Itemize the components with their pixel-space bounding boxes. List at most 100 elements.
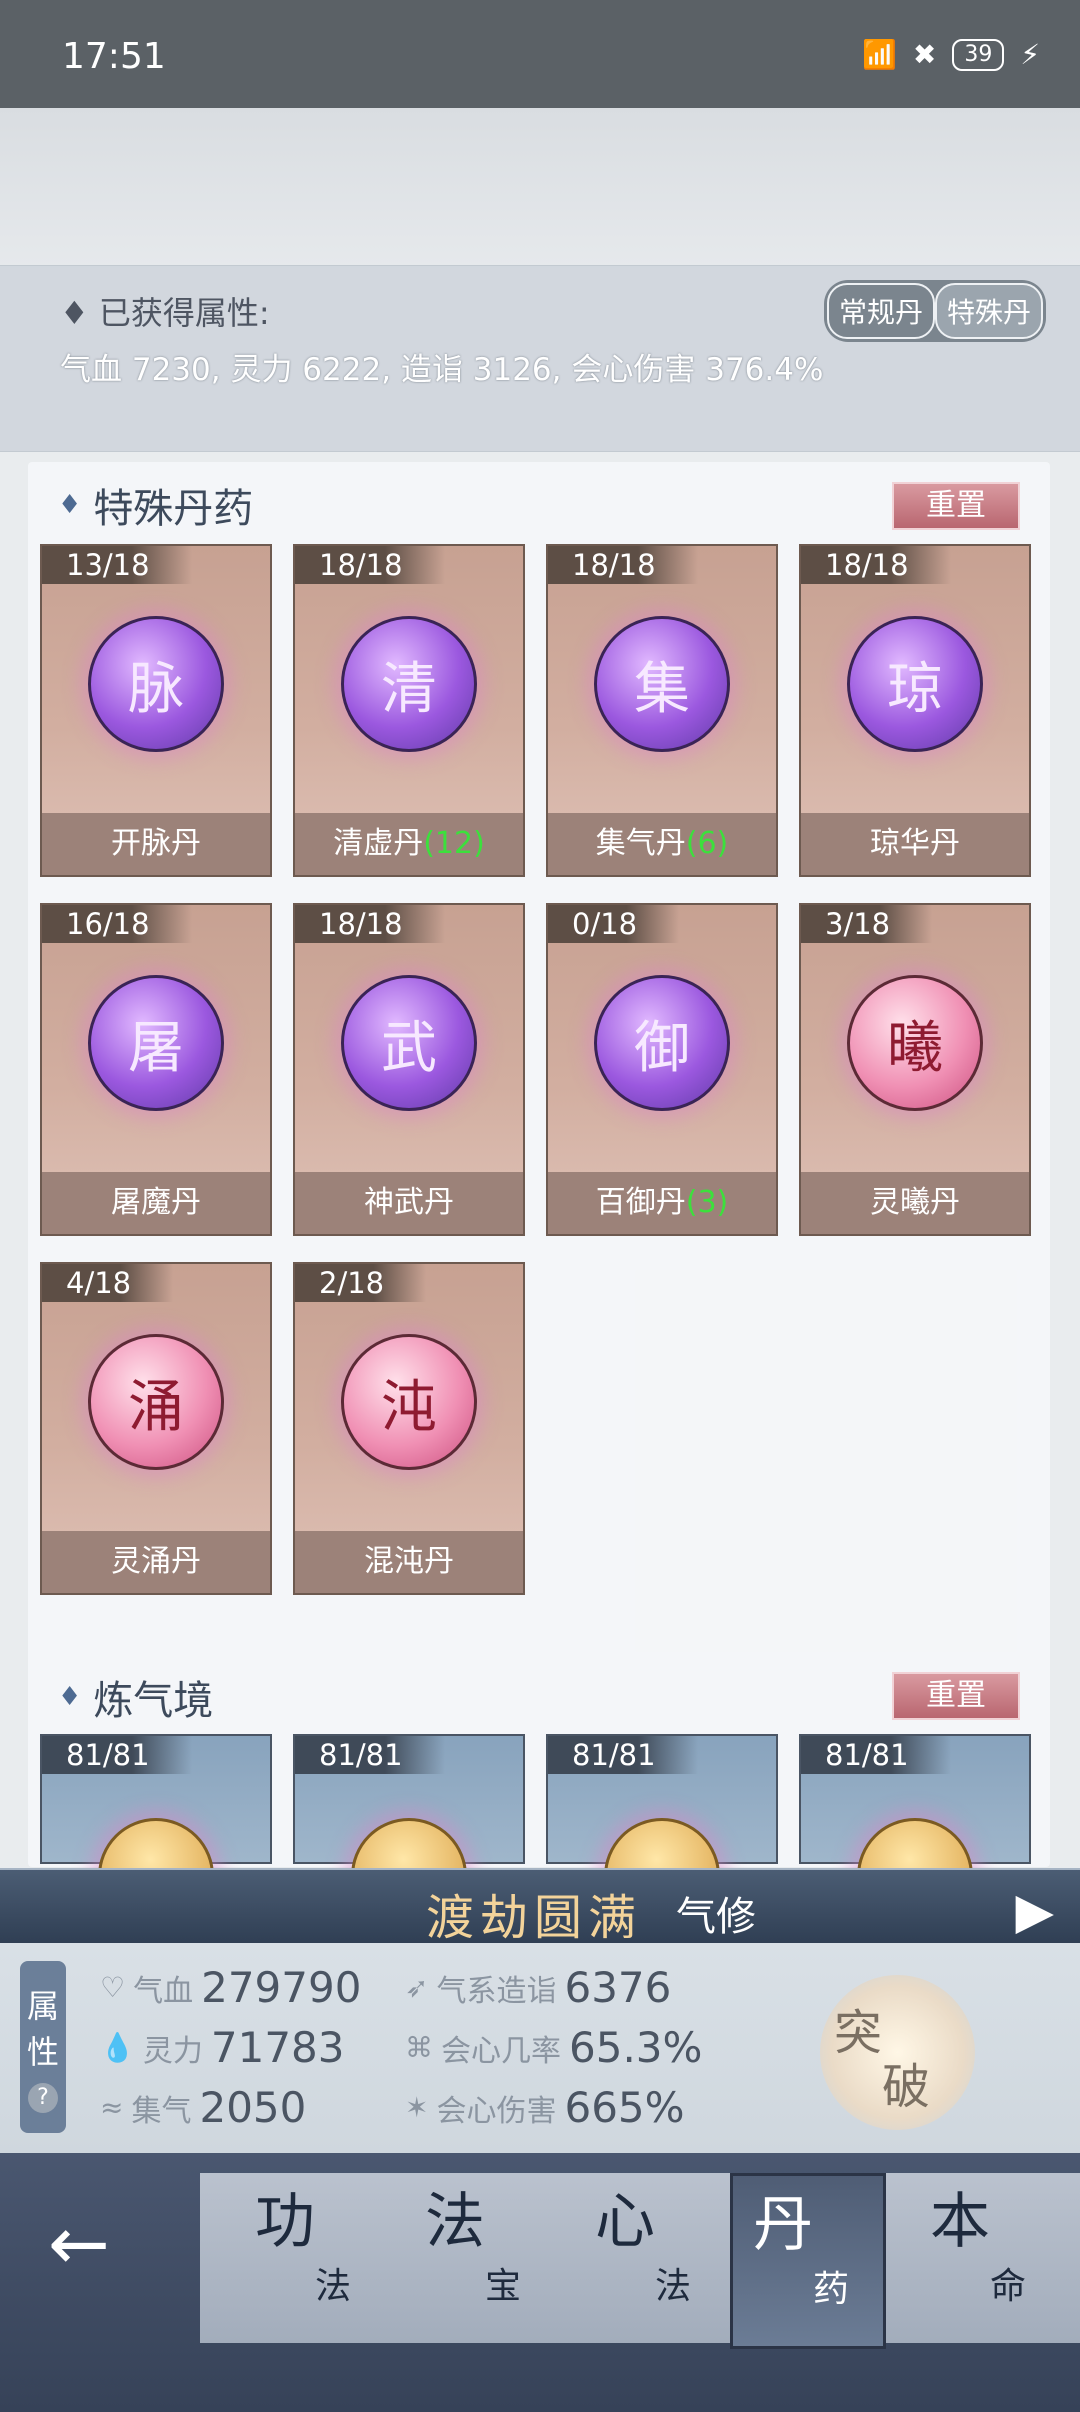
tab-regular-pill[interactable]: 常规丹	[826, 283, 935, 339]
nav-item-benming[interactable]: 本 命	[910, 2173, 1060, 2343]
pill-orb-icon: 武	[341, 975, 477, 1111]
breakthrough-button[interactable]: 突 破	[820, 1975, 975, 2130]
pill-count: 18/18	[548, 546, 698, 584]
pill-count: 4/18	[42, 1264, 174, 1302]
stat-hp: ♡ 气血 279790	[100, 1963, 362, 2012]
wind-icon: ≈	[100, 2091, 124, 2124]
pill-card[interactable]: 16/18 屠 屠魔丹	[40, 903, 272, 1236]
pill-count: 81/81	[801, 1736, 951, 1774]
pill-type-tabs: 常规丹 特殊丹	[823, 280, 1046, 342]
pill-count: 81/81	[548, 1736, 698, 1774]
pill-name: 集气丹(6)	[548, 813, 776, 875]
pill-count: 18/18	[295, 546, 445, 584]
pill-card[interactable]: 18/18 武 神武丹	[293, 903, 525, 1236]
bottom-navigation: ← 功 法 法 宝 心 法 丹 药 本 命	[0, 2153, 1080, 2412]
crit-icon: ⌘	[405, 2031, 433, 2064]
special-reset-button[interactable]: 重置	[892, 482, 1020, 530]
pill-count: 18/18	[801, 546, 951, 584]
special-pill-grid: 13/18 脉 开脉丹 18/18 清 清虚丹(12) 18/18 集 集气丹(…	[40, 544, 1035, 1595]
pill-name: 灵曦丹	[801, 1172, 1029, 1234]
pill-name: 琼华丹	[801, 813, 1029, 875]
status-bar: 17:51 📶 ✖ 39 ⚡	[0, 0, 1080, 108]
realm-banner: 渡劫圆满 气修 ▶	[0, 1868, 1080, 1946]
cultivation-type: 气修	[676, 1894, 756, 1940]
pill-card[interactable]: 81/81	[799, 1734, 1031, 1934]
pill-name: 混沌丹	[295, 1531, 523, 1593]
pill-orb-icon: 琼	[847, 616, 983, 752]
status-icons: 📶 ✖ 39 ⚡	[862, 38, 1040, 71]
status-time: 17:51	[62, 36, 166, 77]
stats-label: 属 性 ?	[20, 1961, 66, 2133]
pill-card[interactable]: 13/18 脉 开脉丹	[40, 544, 272, 877]
pill-orb-icon: 御	[594, 975, 730, 1111]
pill-count: 3/18	[801, 905, 933, 943]
notification-icon: ✖	[912, 38, 937, 71]
pill-name: 神武丹	[295, 1172, 523, 1234]
pill-count: 81/81	[42, 1736, 192, 1774]
battery-icon: 39	[952, 38, 1005, 71]
pill-orb-icon: 曦	[847, 975, 983, 1111]
pill-orb-icon: 脉	[88, 616, 224, 752]
pill-orb-icon: 涌	[88, 1334, 224, 1470]
tab-special-pill[interactable]: 特殊丹	[934, 283, 1043, 339]
qi-reset-button[interactable]: 重置	[892, 1672, 1020, 1720]
pill-card[interactable]: 0/18 御 百御丹(3)	[546, 903, 778, 1236]
pill-orb-icon: 屠	[88, 975, 224, 1111]
pill-count: 13/18	[42, 546, 192, 584]
pill-card[interactable]: 81/81	[40, 1734, 272, 1934]
pill-card[interactable]: 2/18 沌 混沌丹	[293, 1262, 525, 1595]
wifi-icon: 📶	[861, 38, 897, 71]
gust-icon: ➶	[405, 1971, 429, 2004]
top-background	[0, 108, 1080, 268]
pill-count: 18/18	[295, 905, 445, 943]
qi-section-header: ♦ 炼气境	[58, 1668, 213, 1726]
attributes-value: 气血 7230, 灵力 6222, 造诣 3126, 会心伤害 376.4%	[60, 352, 824, 388]
play-icon[interactable]: ▶	[1016, 1882, 1054, 1940]
pill-name: 灵涌丹	[42, 1531, 270, 1593]
pill-count: 16/18	[42, 905, 192, 943]
nav-item-fabao[interactable]: 法 宝	[405, 2173, 555, 2343]
pill-card[interactable]: 18/18 琼 琼华丹	[799, 544, 1031, 877]
stat-qi-mastery: ➶ 气系造诣 6376	[405, 1963, 672, 2012]
pill-name: 屠魔丹	[42, 1172, 270, 1234]
drop-icon: 💧	[100, 2031, 135, 2064]
burst-icon: ✶	[405, 2091, 429, 2124]
pill-name: 百御丹(3)	[548, 1172, 776, 1234]
pill-orb-icon: 集	[594, 616, 730, 752]
qi-section-title: 炼气境	[93, 1678, 214, 1724]
qi-pill-grid: 81/81 81/81 81/81 81/81	[40, 1734, 1035, 1934]
diamond-icon: ♦	[60, 294, 99, 332]
obtained-attributes-panel: ♦ 已获得属性: 气血 7230, 灵力 6222, 造诣 3126, 会心伤害…	[0, 265, 1080, 452]
pill-card[interactable]: 3/18 曦 灵曦丹	[799, 903, 1031, 1236]
heart-icon: ♡	[100, 1971, 126, 2004]
pill-card[interactable]: 81/81	[546, 1734, 778, 1934]
pill-card[interactable]: 81/81	[293, 1734, 525, 1934]
stat-gather: ≈ 集气 2050	[100, 2083, 307, 2132]
diamond-icon: ♦	[58, 490, 82, 520]
diamond-icon: ♦	[58, 1682, 82, 1712]
pill-list-panel[interactable]: ♦ 特殊丹药 重置 13/18 脉 开脉丹 18/18 清 清虚丹(12) 18…	[28, 462, 1050, 1934]
nav-item-gongfa[interactable]: 功 法	[235, 2173, 385, 2343]
attributes-title: ♦ 已获得属性:	[60, 294, 270, 332]
nav-item-xinfa[interactable]: 心 法	[575, 2173, 725, 2343]
realm-title: 渡劫圆满	[426, 1890, 643, 1946]
pill-name: 清虚丹(12)	[295, 813, 523, 875]
special-section-title: 特殊丹药	[93, 486, 254, 532]
pill-count: 81/81	[295, 1736, 445, 1774]
charging-icon: ⚡	[1020, 38, 1040, 71]
pill-card[interactable]: 18/18 清 清虚丹(12)	[293, 544, 525, 877]
pill-card[interactable]: 4/18 涌 灵涌丹	[40, 1262, 272, 1595]
stat-crit-rate: ⌘ 会心几率 65.3%	[405, 2023, 703, 2072]
pill-count: 2/18	[295, 1264, 427, 1302]
pill-orb-icon: 清	[341, 616, 477, 752]
special-section-header: ♦ 特殊丹药	[58, 476, 253, 534]
pill-count: 0/18	[548, 905, 680, 943]
nav-item-danyao[interactable]: 丹 药	[730, 2173, 886, 2349]
stat-crit-damage: ✶ 会心伤害 665%	[405, 2083, 685, 2132]
pill-orb-icon: 沌	[341, 1334, 477, 1470]
pill-card[interactable]: 18/18 集 集气丹(6)	[546, 544, 778, 877]
back-arrow-icon[interactable]: ←	[48, 2201, 110, 2287]
help-icon[interactable]: ?	[28, 2083, 58, 2113]
stat-mana: 💧 灵力 71783	[100, 2023, 345, 2072]
pill-name: 开脉丹	[42, 813, 270, 875]
